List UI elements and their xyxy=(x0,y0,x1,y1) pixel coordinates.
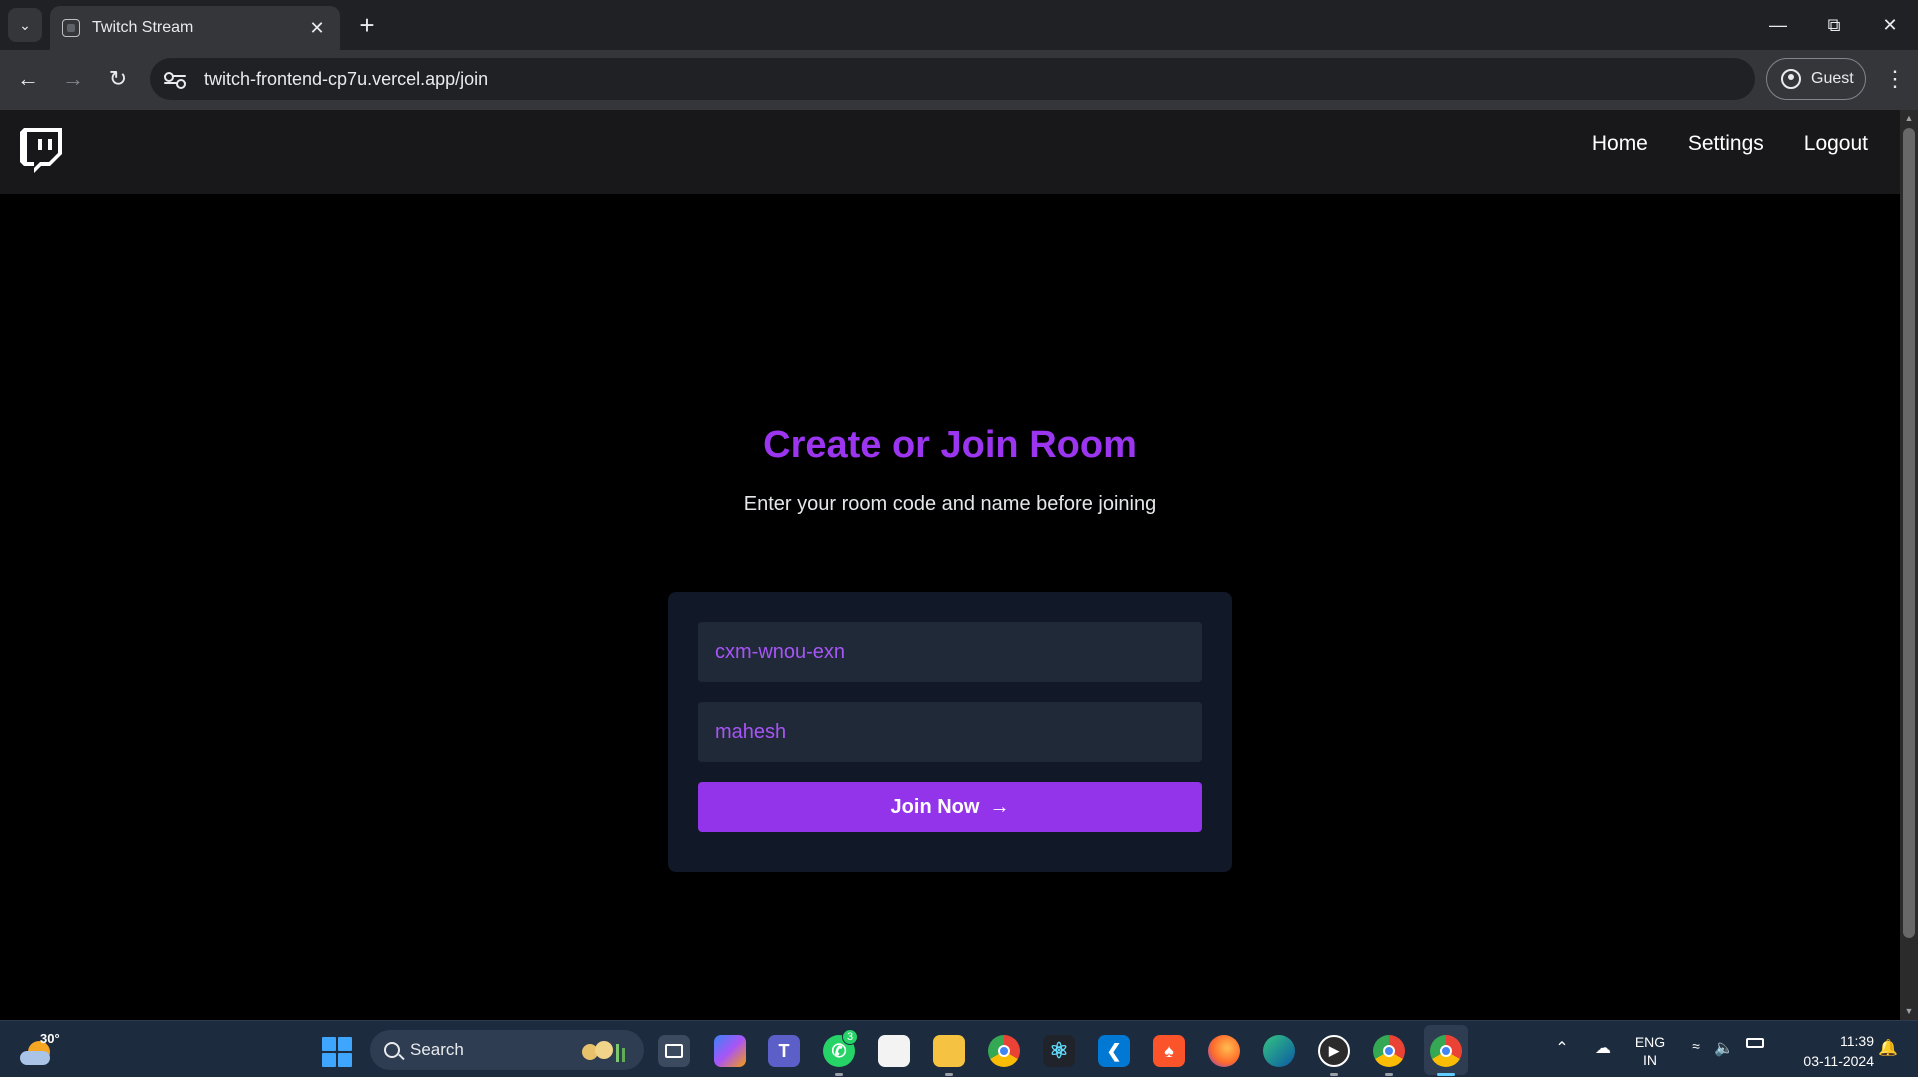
reload-icon[interactable]: ↻ xyxy=(100,61,136,97)
scroll-down-icon[interactable]: ▼ xyxy=(1904,1006,1914,1016)
page-scrollbar[interactable]: ▲ ▼ xyxy=(1900,110,1918,1020)
name-input[interactable] xyxy=(698,702,1202,762)
forward-arrow-icon[interactable]: → xyxy=(55,61,91,97)
web-page: Home Settings Logout Create or Join Room… xyxy=(0,110,1900,1020)
join-now-button[interactable]: Join Now → xyxy=(698,782,1202,832)
site-navbar: Home Settings Logout xyxy=(0,110,1900,194)
profile-label: Guest xyxy=(1811,70,1854,87)
language-top: ENG xyxy=(1634,1034,1666,1050)
task-view-icon[interactable] xyxy=(658,1035,690,1067)
copilot-icon[interactable] xyxy=(714,1035,746,1067)
vscode-icon[interactable]: ❮ xyxy=(1098,1035,1130,1067)
taskbar-clock[interactable]: 11:39 03-11-2024 xyxy=(1778,1031,1874,1071)
language-indicator[interactable]: ENG IN xyxy=(1628,1033,1672,1069)
search-icon xyxy=(384,1042,400,1058)
battery-icon[interactable] xyxy=(1744,1038,1766,1048)
profile-icon xyxy=(1781,69,1801,89)
microsoft-store-icon[interactable] xyxy=(878,1035,910,1067)
new-tab-plus-icon[interactable]: + xyxy=(352,10,382,40)
show-hidden-icons-chevron-icon[interactable]: ⌃ xyxy=(1552,1038,1572,1058)
onedrive-cloud-icon[interactable]: ☁ xyxy=(1592,1038,1614,1058)
volume-icon[interactable]: 🔈 xyxy=(1714,1038,1734,1058)
join-form-card: Join Now → xyxy=(668,592,1232,872)
chrome-dev-icon[interactable] xyxy=(1373,1035,1405,1067)
browser-tab[interactable]: Twitch Stream ✕ xyxy=(50,6,340,50)
react-devtools-icon[interactable]: ⚛ xyxy=(1043,1035,1075,1067)
notification-bell-icon[interactable]: 🔔 xyxy=(1878,1038,1898,1058)
tab-search-chevron-icon[interactable]: ⌄ xyxy=(8,8,42,42)
back-arrow-icon[interactable]: ← xyxy=(10,61,46,97)
nav-home-link[interactable]: Home xyxy=(1592,132,1648,156)
chrome-active-icon[interactable] xyxy=(1430,1035,1462,1067)
taskbar-search[interactable]: Search xyxy=(370,1030,644,1070)
file-explorer-icon[interactable] xyxy=(933,1035,965,1067)
media-player-icon[interactable]: ▶ xyxy=(1318,1035,1350,1067)
wifi-icon[interactable]: ≈ xyxy=(1686,1038,1706,1054)
weather-temp: 30° xyxy=(40,1031,60,1046)
teams-icon[interactable]: T xyxy=(768,1035,800,1067)
arrow-right-icon: → xyxy=(989,795,1010,818)
nav-settings-link[interactable]: Settings xyxy=(1688,132,1764,156)
language-bottom: IN xyxy=(1643,1052,1657,1068)
site-info-icon[interactable] xyxy=(164,68,186,90)
explorer-running-indicator xyxy=(945,1073,953,1076)
weather-cloud-icon xyxy=(20,1051,50,1065)
chrome-active-indicator xyxy=(1437,1073,1455,1076)
windows-start-icon[interactable] xyxy=(322,1037,352,1067)
tab-close-icon[interactable]: ✕ xyxy=(306,17,328,39)
page-title: Create or Join Room xyxy=(763,424,1137,466)
scroll-up-icon[interactable]: ▲ xyxy=(1904,113,1914,123)
chrome-icon[interactable] xyxy=(988,1035,1020,1067)
media-running-indicator xyxy=(1330,1073,1338,1076)
windows-taskbar: 30° Search T ✆ 3 ⚛ ❮ ♠ ▶ ⌃ ☁ ENG IN ≈ 🔈 … xyxy=(0,1020,1918,1077)
whatsapp-running-indicator xyxy=(835,1073,843,1076)
twitch-logo-icon[interactable] xyxy=(20,128,62,174)
weather-widget[interactable]: 30° xyxy=(18,1031,60,1069)
chrome-dev-running-indicator xyxy=(1385,1073,1393,1076)
room-code-input[interactable] xyxy=(698,622,1202,682)
screen: ⌄ Twitch Stream ✕ + — ⧉ ✕ ← → ↻ twitch-f… xyxy=(0,0,1918,1077)
join-header: Create or Join Room Enter your room code… xyxy=(0,424,1900,516)
brave-icon[interactable]: ♠ xyxy=(1153,1035,1185,1067)
address-bar[interactable]: twitch-frontend-cp7u.vercel.app/join xyxy=(150,58,1755,100)
whatsapp-badge: 3 xyxy=(842,1029,858,1045)
minimize-icon[interactable]: — xyxy=(1758,8,1798,42)
tab-favicon-icon xyxy=(62,19,80,37)
nav-links: Home Settings Logout xyxy=(1592,132,1868,156)
page-subtitle: Enter your room code and name before joi… xyxy=(743,493,1157,515)
firefox-icon[interactable] xyxy=(1208,1035,1240,1067)
join-now-label: Join Now xyxy=(890,795,980,818)
browser-tab-bar: ⌄ Twitch Stream ✕ + — ⧉ ✕ xyxy=(0,0,1918,50)
profile-button[interactable]: Guest xyxy=(1766,58,1866,100)
window-close-icon[interactable]: ✕ xyxy=(1870,8,1910,42)
edge-icon[interactable] xyxy=(1263,1035,1295,1067)
taskbar-search-label: Search xyxy=(410,1040,464,1059)
search-highlight-icon xyxy=(582,1041,625,1062)
browser-toolbar: ← → ↻ twitch-frontend-cp7u.vercel.app/jo… xyxy=(0,50,1918,110)
browser-menu-icon[interactable]: ⋮ xyxy=(1880,61,1910,97)
scroll-thumb[interactable] xyxy=(1903,128,1915,938)
restore-icon[interactable]: ⧉ xyxy=(1814,8,1854,42)
nav-logout-link[interactable]: Logout xyxy=(1804,132,1868,156)
clock-date: 03-11-2024 xyxy=(1803,1053,1874,1069)
clock-time: 11:39 xyxy=(1840,1033,1874,1049)
tab-title: Twitch Stream xyxy=(92,19,194,36)
url-text: twitch-frontend-cp7u.vercel.app/join xyxy=(204,68,489,89)
